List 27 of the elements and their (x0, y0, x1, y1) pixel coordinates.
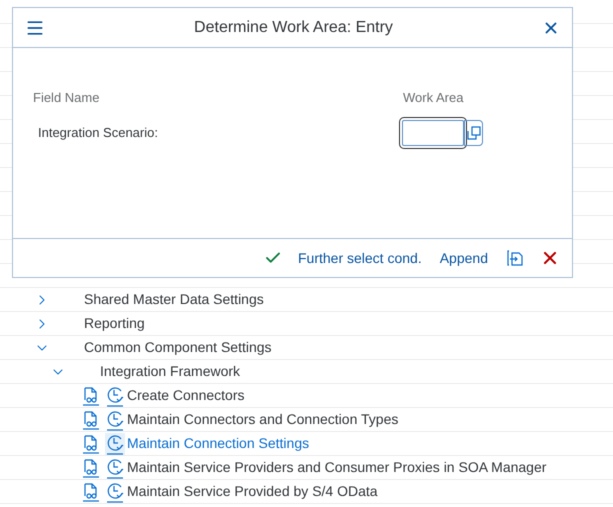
document-glasses-icon[interactable] (82, 482, 100, 502)
tree-leaf-label[interactable]: Maintain Connection Settings (127, 433, 310, 454)
column-header: Work Area (403, 89, 464, 107)
tree-node-label[interactable]: Shared Master Data Settings (84, 289, 264, 310)
tree-leaf-label[interactable]: Maintain Connectors and Connection Types (127, 409, 398, 430)
document-glasses-icon[interactable] (82, 410, 100, 430)
clock-check-icon[interactable] (105, 432, 125, 454)
clock-check-icon[interactable] (105, 456, 125, 478)
footer-link[interactable]: Append (440, 248, 488, 268)
value-help-icon[interactable] (466, 126, 480, 140)
document-glasses-icon[interactable] (82, 458, 100, 478)
tree-leaf-label[interactable]: Maintain Service Providers and Consumer Proxies in SOA Manager (127, 457, 546, 478)
dialog-title: Determine Work Area: Entry (193, 18, 394, 38)
clock-check-icon[interactable] (105, 480, 125, 502)
footer-link[interactable]: Further select cond. (298, 248, 422, 268)
tree-node-label[interactable]: Reporting (84, 313, 145, 334)
tree-leaf-label[interactable]: Maintain Service Provided by S/4 OData (127, 481, 378, 502)
document-glasses-icon[interactable] (82, 434, 100, 454)
column-header: Field Name (33, 89, 100, 107)
clock-check-icon[interactable] (105, 408, 125, 430)
field-label: Integration Scenario: (38, 124, 159, 142)
tree-node-label[interactable]: Integration Framework (100, 361, 240, 382)
clock-check-icon[interactable] (105, 384, 125, 406)
document-glasses-icon[interactable] (82, 386, 100, 406)
tree-node-label[interactable]: Common Component Settings (84, 337, 272, 358)
transfer-button[interactable] (506, 249, 524, 267)
tree-leaf-label[interactable]: Create Connectors (127, 385, 245, 406)
